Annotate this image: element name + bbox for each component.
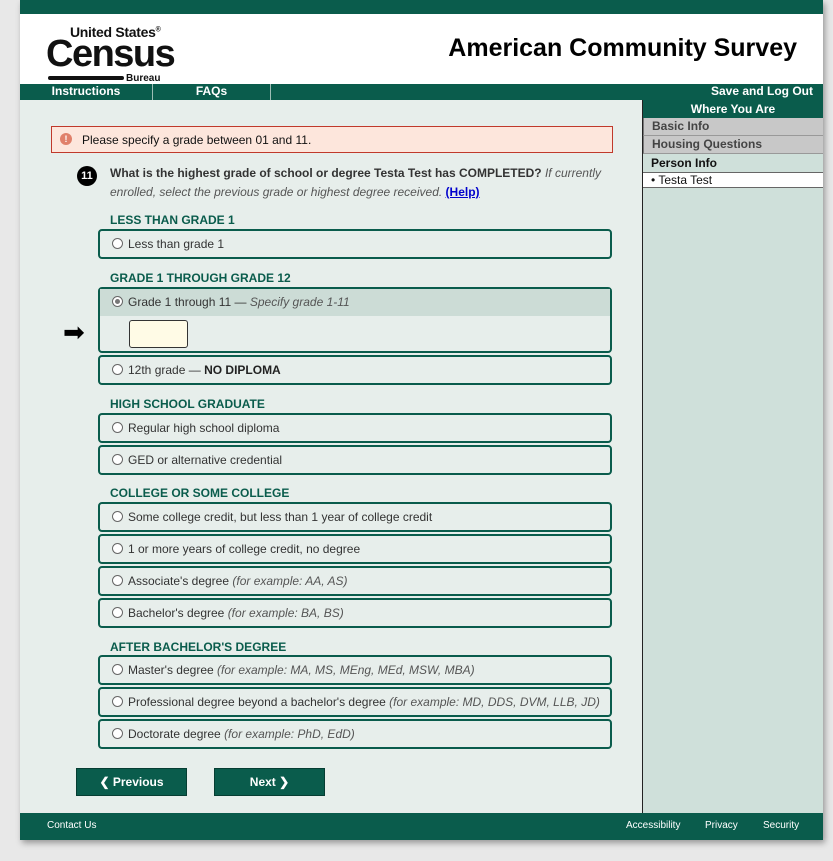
section-college: COLLEGE OR SOME COLLEGE bbox=[110, 486, 290, 500]
footer: Contact Us Accessibility Privacy Securit… bbox=[20, 813, 823, 840]
radio-doctorate[interactable] bbox=[112, 728, 123, 739]
radio-12th-grade[interactable] bbox=[112, 364, 123, 375]
grade-input[interactable] bbox=[129, 320, 188, 348]
footer-security-link[interactable]: Security bbox=[763, 820, 799, 831]
census-logo[interactable]: United States® Census Bureau bbox=[46, 24, 176, 84]
sidebar-title: Where You Are bbox=[643, 100, 823, 118]
nav-faqs[interactable]: FAQs bbox=[153, 84, 271, 100]
option-less-than-grade-1[interactable]: Less than grade 1 bbox=[98, 229, 612, 259]
option-label: Less than grade 1 bbox=[128, 237, 225, 251]
option-label: Grade 1 through 11 — Specify grade 1-11 bbox=[128, 295, 350, 309]
radio-professional[interactable] bbox=[112, 696, 123, 707]
previous-button[interactable]: ❮ Previous bbox=[76, 768, 187, 796]
footer-privacy-link[interactable]: Privacy bbox=[705, 820, 738, 831]
sidebar-item-testa-test[interactable]: • Testa Test bbox=[643, 172, 823, 188]
site-title: American Community Survey bbox=[448, 34, 797, 62]
main-content: ! Please specify a grade between 01 and … bbox=[20, 100, 642, 813]
logo-census: Census bbox=[46, 33, 176, 75]
nav-bar: Instructions FAQs Save and Log Out bbox=[20, 84, 823, 100]
error-message: ! Please specify a grade between 01 and … bbox=[51, 126, 613, 153]
nav-instructions[interactable]: Instructions bbox=[20, 84, 153, 100]
option-ged[interactable]: GED or alternative credential bbox=[98, 445, 612, 475]
logo-bureau: Bureau bbox=[126, 73, 161, 84]
sidebar-item-person-info[interactable]: Person Info bbox=[643, 154, 823, 172]
option-label: Associate's degree (for example: AA, AS) bbox=[128, 574, 348, 588]
option-master[interactable]: Master's degree (for example: MA, MS, ME… bbox=[98, 655, 612, 685]
help-link[interactable]: (Help) bbox=[446, 185, 480, 199]
top-band bbox=[20, 0, 823, 14]
radio-master[interactable] bbox=[112, 664, 123, 675]
header: United States® Census Bureau American Co… bbox=[20, 14, 823, 84]
radio-less-than-grade-1[interactable] bbox=[112, 238, 123, 249]
option-associate[interactable]: Associate's degree (for example: AA, AS) bbox=[98, 566, 612, 596]
option-label: Bachelor's degree (for example: BA, BS) bbox=[128, 606, 344, 620]
radio-hs-diploma[interactable] bbox=[112, 422, 123, 433]
save-logout-link[interactable]: Save and Log Out bbox=[711, 84, 813, 100]
option-grade-1-11[interactable]: Grade 1 through 11 — Specify grade 1-11 bbox=[98, 287, 612, 353]
where-you-are-sidebar: Where You Are Basic Info Housing Questio… bbox=[642, 100, 823, 813]
option-college-1plus[interactable]: 1 or more years of college credit, no de… bbox=[98, 534, 612, 564]
option-label: Doctorate degree (for example: PhD, EdD) bbox=[128, 727, 355, 741]
radio-some-college[interactable] bbox=[112, 511, 123, 522]
sidebar-item-basic-info[interactable]: Basic Info bbox=[643, 118, 823, 136]
section-grade-1-12: GRADE 1 THROUGH GRADE 12 bbox=[110, 271, 291, 285]
question-number: 11 bbox=[77, 166, 97, 186]
option-label: Regular high school diploma bbox=[128, 421, 280, 435]
section-less-than-grade-1: LESS THAN GRADE 1 bbox=[110, 213, 235, 227]
option-some-college[interactable]: Some college credit, but less than 1 yea… bbox=[98, 502, 612, 532]
footer-accessibility-link[interactable]: Accessibility bbox=[626, 820, 680, 831]
radio-bachelor[interactable] bbox=[112, 607, 123, 618]
sidebar-item-housing[interactable]: Housing Questions bbox=[643, 136, 823, 154]
error-text: Please specify a grade between 01 and 11… bbox=[82, 133, 312, 147]
option-label: 12th grade — NO DIPLOMA bbox=[128, 363, 281, 377]
option-hs-diploma[interactable]: Regular high school diploma bbox=[98, 413, 612, 443]
radio-grade-1-11[interactable] bbox=[112, 296, 123, 307]
radio-associate[interactable] bbox=[112, 575, 123, 586]
option-professional[interactable]: Professional degree beyond a bachelor's … bbox=[98, 687, 612, 717]
next-button[interactable]: Next ❯ bbox=[214, 768, 325, 796]
option-label: 1 or more years of college credit, no de… bbox=[128, 542, 361, 556]
radio-ged[interactable] bbox=[112, 454, 123, 465]
radio-college-1plus[interactable] bbox=[112, 543, 123, 554]
option-bachelor[interactable]: Bachelor's degree (for example: BA, BS) bbox=[98, 598, 612, 628]
page-frame: United States® Census Bureau American Co… bbox=[20, 0, 823, 840]
section-after-bachelor: AFTER BACHELOR'S DEGREE bbox=[110, 640, 287, 654]
question-main: What is the highest grade of school or d… bbox=[110, 166, 542, 180]
option-doctorate[interactable]: Doctorate degree (for example: PhD, EdD) bbox=[98, 719, 612, 749]
option-label: Some college credit, but less than 1 yea… bbox=[128, 510, 433, 524]
arrow-right-icon: ➡ bbox=[63, 317, 85, 347]
section-high-school: HIGH SCHOOL GRADUATE bbox=[110, 397, 265, 411]
option-label: Professional degree beyond a bachelor's … bbox=[128, 695, 600, 709]
footer-contact-link[interactable]: Contact Us bbox=[47, 820, 96, 831]
logo-underline bbox=[48, 76, 124, 80]
option-label: GED or alternative credential bbox=[128, 453, 283, 467]
error-icon: ! bbox=[60, 133, 72, 145]
option-12th-grade[interactable]: 12th grade — NO DIPLOMA bbox=[98, 355, 612, 385]
question-text: What is the highest grade of school or d… bbox=[110, 164, 610, 202]
option-label: Master's degree (for example: MA, MS, ME… bbox=[128, 663, 475, 677]
